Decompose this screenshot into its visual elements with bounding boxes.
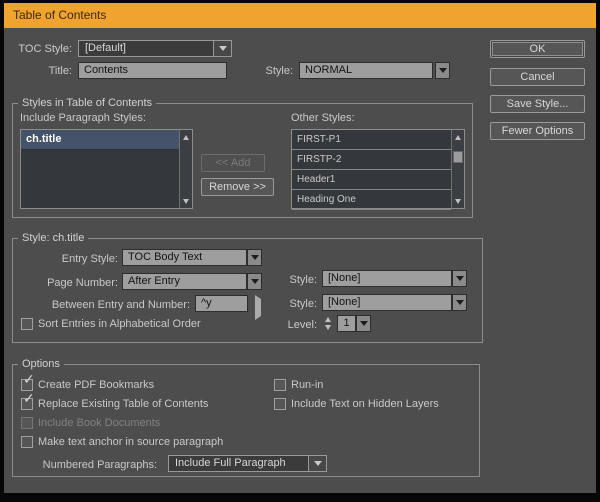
create-pdf-bookmarks-label: Create PDF Bookmarks xyxy=(38,377,154,393)
level-label: Level: xyxy=(272,317,317,333)
flyout-menu-icon[interactable] xyxy=(255,299,261,317)
page-number-label: Page Number: xyxy=(20,275,118,291)
fewer-options-button[interactable]: Fewer Options xyxy=(490,122,585,140)
add-button[interactable]: << Add xyxy=(201,154,265,172)
list-item[interactable]: Heading One xyxy=(292,190,451,210)
scrollbar-thumb[interactable] xyxy=(453,151,463,163)
level-stepper[interactable] xyxy=(322,315,334,332)
between-style-dropdown[interactable]: [None] xyxy=(322,294,452,311)
checkmark-icon: ✓ xyxy=(23,390,35,407)
include-styles-listbox[interactable]: ch.title xyxy=(20,129,193,209)
include-styles-items: ch.title xyxy=(21,130,179,208)
include-hidden-layers-checkbox[interactable] xyxy=(274,398,286,410)
ok-button[interactable]: OK xyxy=(490,40,585,58)
chevron-down-icon[interactable] xyxy=(247,249,262,266)
scroll-up-icon[interactable] xyxy=(452,131,464,143)
style-top-label: Style: xyxy=(245,63,293,79)
numbered-paragraphs-value: Include Full Paragraph xyxy=(175,457,286,469)
other-styles-items: FIRST-P1 FIRSTP-2 Header1 Heading One xyxy=(292,130,451,208)
run-in-label: Run-in xyxy=(291,377,323,393)
remove-button[interactable]: Remove >> xyxy=(201,178,274,196)
options-group-title: Options xyxy=(18,358,64,371)
list-item[interactable]: Header1 xyxy=(292,170,451,190)
run-in-checkbox[interactable] xyxy=(274,379,286,391)
make-text-anchor-label: Make text anchor in source paragraph xyxy=(38,434,223,450)
save-style-button[interactable]: Save Style... xyxy=(490,95,585,113)
between-entry-number-input[interactable]: ^y xyxy=(195,295,248,312)
include-paragraph-styles-label: Include Paragraph Styles: xyxy=(20,110,146,126)
replace-existing-toc-label: Replace Existing Table of Contents xyxy=(38,396,208,412)
list-item[interactable]: ch.title xyxy=(21,130,179,150)
entry-style-label: Entry Style: xyxy=(20,251,118,267)
include-hidden-layers-label: Include Text on Hidden Layers xyxy=(291,396,439,412)
between-style-label: Style: xyxy=(272,296,317,312)
numbered-paragraphs-label: Numbered Paragraphs: xyxy=(40,457,157,473)
numbered-paragraphs-dropdown[interactable]: Include Full Paragraph xyxy=(168,455,327,472)
title-label: Title: xyxy=(0,63,72,79)
toc-style-value: [Default] xyxy=(85,42,126,54)
other-styles-label: Other Styles: xyxy=(291,110,355,126)
scroll-down-icon[interactable] xyxy=(180,195,192,207)
dialog-titlebar[interactable]: Table of Contents xyxy=(4,3,596,28)
spinner-up-icon[interactable] xyxy=(325,317,331,322)
other-styles-listbox[interactable]: FIRST-P1 FIRSTP-2 Header1 Heading One xyxy=(291,129,465,209)
page-number-style-dropdown[interactable]: [None] xyxy=(322,270,452,287)
styles-group-title: Styles in Table of Contents xyxy=(18,97,156,110)
include-scrollbar[interactable] xyxy=(179,130,192,208)
style-group-title: Style: ch.title xyxy=(18,232,88,245)
entry-style-dropdown[interactable]: TOC Body Text xyxy=(122,249,247,266)
other-styles-scrollbar[interactable] xyxy=(451,130,464,208)
chevron-down-icon[interactable] xyxy=(213,41,231,56)
level-value[interactable]: 1 xyxy=(337,315,356,332)
include-book-documents-label: Include Book Documents xyxy=(38,415,160,431)
sort-entries-label: Sort Entries in Alphabetical Order xyxy=(38,316,201,332)
make-text-anchor-checkbox[interactable] xyxy=(21,436,33,448)
list-item[interactable]: FIRST-P1 xyxy=(292,130,451,150)
sort-entries-checkbox[interactable] xyxy=(21,318,33,330)
replace-existing-toc-checkbox[interactable]: ✓ xyxy=(21,398,33,410)
include-book-documents-checkbox[interactable] xyxy=(21,417,33,429)
chevron-down-icon[interactable] xyxy=(452,270,467,287)
chevron-down-icon[interactable] xyxy=(247,273,262,290)
page-number-style-label: Style: xyxy=(272,272,317,288)
style-top-dropdown[interactable]: NORMAL xyxy=(299,62,433,79)
cancel-button[interactable]: Cancel xyxy=(490,68,585,86)
chevron-down-icon[interactable] xyxy=(435,62,450,79)
toc-style-label: TOC Style: xyxy=(0,41,72,57)
checkmark-icon: ✓ xyxy=(23,371,35,388)
between-entry-number-label: Between Entry and Number: xyxy=(10,297,190,313)
spinner-down-icon[interactable] xyxy=(325,325,331,330)
toc-style-dropdown[interactable]: [Default] xyxy=(78,40,232,57)
chevron-down-icon[interactable] xyxy=(308,456,326,471)
dialog-title: Table of Contents xyxy=(13,8,106,22)
toc-dialog: Table of Contents TOC Style: [Default] T… xyxy=(0,0,600,502)
chevron-down-icon[interactable] xyxy=(452,294,467,311)
chevron-down-icon[interactable] xyxy=(356,315,371,332)
scroll-down-icon[interactable] xyxy=(452,195,464,207)
title-input[interactable]: Contents xyxy=(78,62,227,79)
scroll-up-icon[interactable] xyxy=(180,131,192,143)
page-number-dropdown[interactable]: After Entry xyxy=(122,273,247,290)
list-item[interactable]: FIRSTP-2 xyxy=(292,150,451,170)
